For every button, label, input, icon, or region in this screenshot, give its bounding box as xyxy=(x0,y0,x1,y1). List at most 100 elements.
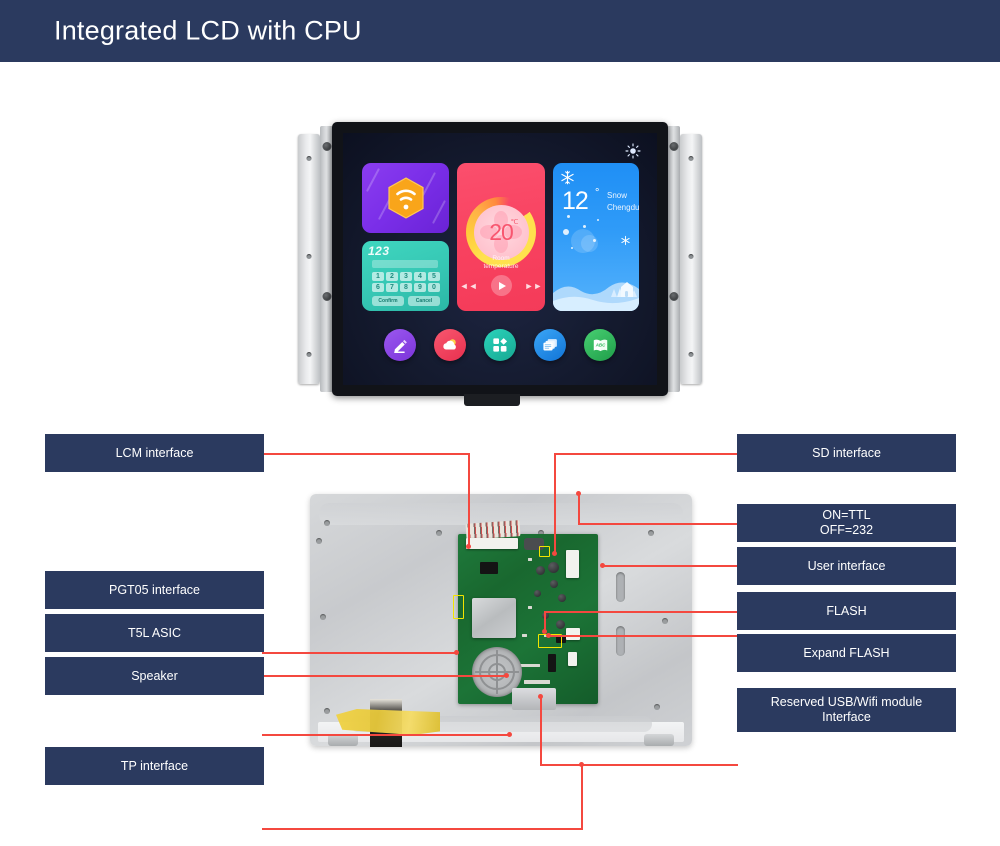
bezel-tab xyxy=(463,394,520,406)
cloud-sun-icon xyxy=(443,339,456,350)
chassis-rail-right xyxy=(667,126,680,392)
leader-flash xyxy=(544,611,738,613)
dock-icon-notes[interactable] xyxy=(384,329,416,361)
page-title: Integrated LCD with CPU xyxy=(54,15,362,46)
leader-tp-v xyxy=(581,764,583,828)
keypad-key[interactable]: 5 xyxy=(428,272,440,281)
leader-dot-t5l xyxy=(504,673,509,678)
callout-tp-interface[interactable]: TP interface xyxy=(45,747,264,785)
sun-icon xyxy=(625,143,641,159)
temperature-label-line2: temperature xyxy=(483,263,519,271)
expand-flash-chip xyxy=(548,654,556,672)
temperature-value: 20 xyxy=(489,218,514,245)
keypad-key[interactable]: 9 xyxy=(414,283,426,292)
grid-apps-icon xyxy=(493,338,508,352)
callout-flash[interactable]: FLASH xyxy=(737,592,956,630)
tile-thermostat[interactable]: 20 ℃ Room temperature ◄◄ ►► xyxy=(457,163,545,311)
leader-sd-v xyxy=(554,453,556,553)
keypad-key[interactable]: 4 xyxy=(414,272,426,281)
leader-lcm-v xyxy=(468,453,470,546)
lcm-connector xyxy=(466,538,518,549)
lcm-ribbon-cable xyxy=(465,520,521,540)
temperature-unit: ℃ xyxy=(510,218,519,226)
rewind-icon[interactable]: ◄◄ xyxy=(460,281,478,291)
callout-ttl-232-switch[interactable]: ON=TTL OFF=232 xyxy=(737,504,956,542)
keypad-display xyxy=(372,260,438,268)
tp-fpc-connector xyxy=(512,688,556,710)
callout-speaker[interactable]: Speaker xyxy=(45,657,264,695)
media-controls: ◄◄ ►► xyxy=(457,275,545,296)
dock-icon-abc[interactable]: ABC xyxy=(584,329,616,361)
leader-pgt05 xyxy=(262,652,458,654)
callout-pgt05-interface[interactable]: PGT05 interface xyxy=(45,571,264,609)
winter-landscape xyxy=(553,282,639,311)
leader-dot-lcm xyxy=(466,544,471,549)
wifi-hex-icon xyxy=(387,177,424,219)
mounting-bracket-left xyxy=(298,134,320,384)
callout-sd-interface[interactable]: SD interface xyxy=(737,434,956,472)
lcd-module-photo: 123 1 2 3 4 5 6 7 8 9 0 Confirm Cancel 2… xyxy=(292,120,708,406)
leader-speaker xyxy=(262,734,511,736)
weather-condition: Snow xyxy=(607,191,628,200)
dock-icon-weather[interactable] xyxy=(434,329,466,361)
callout-expand-flash[interactable]: Expand FLASH xyxy=(737,634,956,672)
keypad-key[interactable]: 3 xyxy=(400,272,412,281)
callout-usb-wifi[interactable]: Reserved USB/Wifi module Interface xyxy=(737,688,956,732)
page-header: Integrated LCD with CPU xyxy=(0,0,1000,62)
leader-dot-pgt05 xyxy=(454,650,459,655)
abc-book-icon: ABC xyxy=(593,339,607,351)
leader-usb-wifi-v xyxy=(540,696,542,764)
dock-icon-windows[interactable] xyxy=(534,329,566,361)
leader-dot-expand-flash xyxy=(546,633,551,638)
keypad-actions: Confirm Cancel xyxy=(372,296,440,306)
keypad-title: 123 xyxy=(368,244,390,258)
keypad-confirm-button[interactable]: Confirm xyxy=(372,296,404,306)
weather-degree-symbol: ° xyxy=(595,187,600,199)
soc-chip xyxy=(480,562,498,574)
keypad-key[interactable]: 0 xyxy=(428,283,440,292)
leader-flash-v xyxy=(544,611,546,631)
tile-wifi[interactable] xyxy=(362,163,449,233)
dock-icon-apps[interactable] xyxy=(484,329,516,361)
svg-text:ABC: ABC xyxy=(594,342,605,347)
leader-tp xyxy=(262,828,583,830)
fast-forward-icon[interactable]: ►► xyxy=(525,281,543,291)
leader-sd xyxy=(554,453,738,455)
play-icon[interactable] xyxy=(490,275,512,296)
lcd-screen: 123 1 2 3 4 5 6 7 8 9 0 Confirm Cancel 2… xyxy=(343,133,657,385)
tile-keypad[interactable]: 123 1 2 3 4 5 6 7 8 9 0 Confirm Cancel xyxy=(362,241,449,311)
weather-temperature: 12 xyxy=(562,187,589,215)
keypad-key[interactable]: 2 xyxy=(386,272,398,281)
user-interface-connector xyxy=(566,550,579,578)
pencil-note-icon xyxy=(393,339,407,353)
leader-dot-sd xyxy=(552,551,557,556)
leader-user xyxy=(602,565,738,567)
snowflake-icon-small xyxy=(621,235,630,246)
keypad-key[interactable]: 7 xyxy=(386,283,398,292)
pcb-module-photo xyxy=(310,494,692,764)
keypad-cancel-button[interactable]: Cancel xyxy=(408,296,440,306)
weather-condition-block: Snow Chengdu xyxy=(607,190,639,213)
leader-dot-tp xyxy=(579,762,584,767)
main-pcb xyxy=(458,520,598,710)
leader-dot-ttl xyxy=(576,491,581,496)
callout-t5l-asic[interactable]: T5L ASIC xyxy=(45,614,264,652)
snowflake-icon xyxy=(561,170,574,185)
keypad-key[interactable]: 1 xyxy=(372,272,384,281)
leader-ttl xyxy=(578,523,738,525)
windows-icon xyxy=(542,338,557,350)
keypad-key[interactable]: 8 xyxy=(400,283,412,292)
mounting-bracket-right xyxy=(680,134,702,384)
tile-weather[interactable]: 12 ° Snow Chengdu xyxy=(553,163,639,311)
lcd-bezel: 123 1 2 3 4 5 6 7 8 9 0 Confirm Cancel 2… xyxy=(332,122,668,396)
keypad-key[interactable]: 6 xyxy=(372,283,384,292)
callout-user-interface[interactable]: User interface xyxy=(737,547,956,585)
leader-ttl-v xyxy=(578,493,580,523)
leader-usb-wifi xyxy=(540,764,738,766)
content-stage: 123 1 2 3 4 5 6 7 8 9 0 Confirm Cancel 2… xyxy=(0,62,1000,846)
leader-dot-speaker xyxy=(507,732,512,737)
leader-t5l xyxy=(262,675,508,677)
callout-lcm-interface[interactable]: LCM interface xyxy=(45,434,264,472)
keypad-grid[interactable]: 1 2 3 4 5 6 7 8 9 0 xyxy=(372,272,440,292)
leader-expand-flash xyxy=(548,635,738,637)
